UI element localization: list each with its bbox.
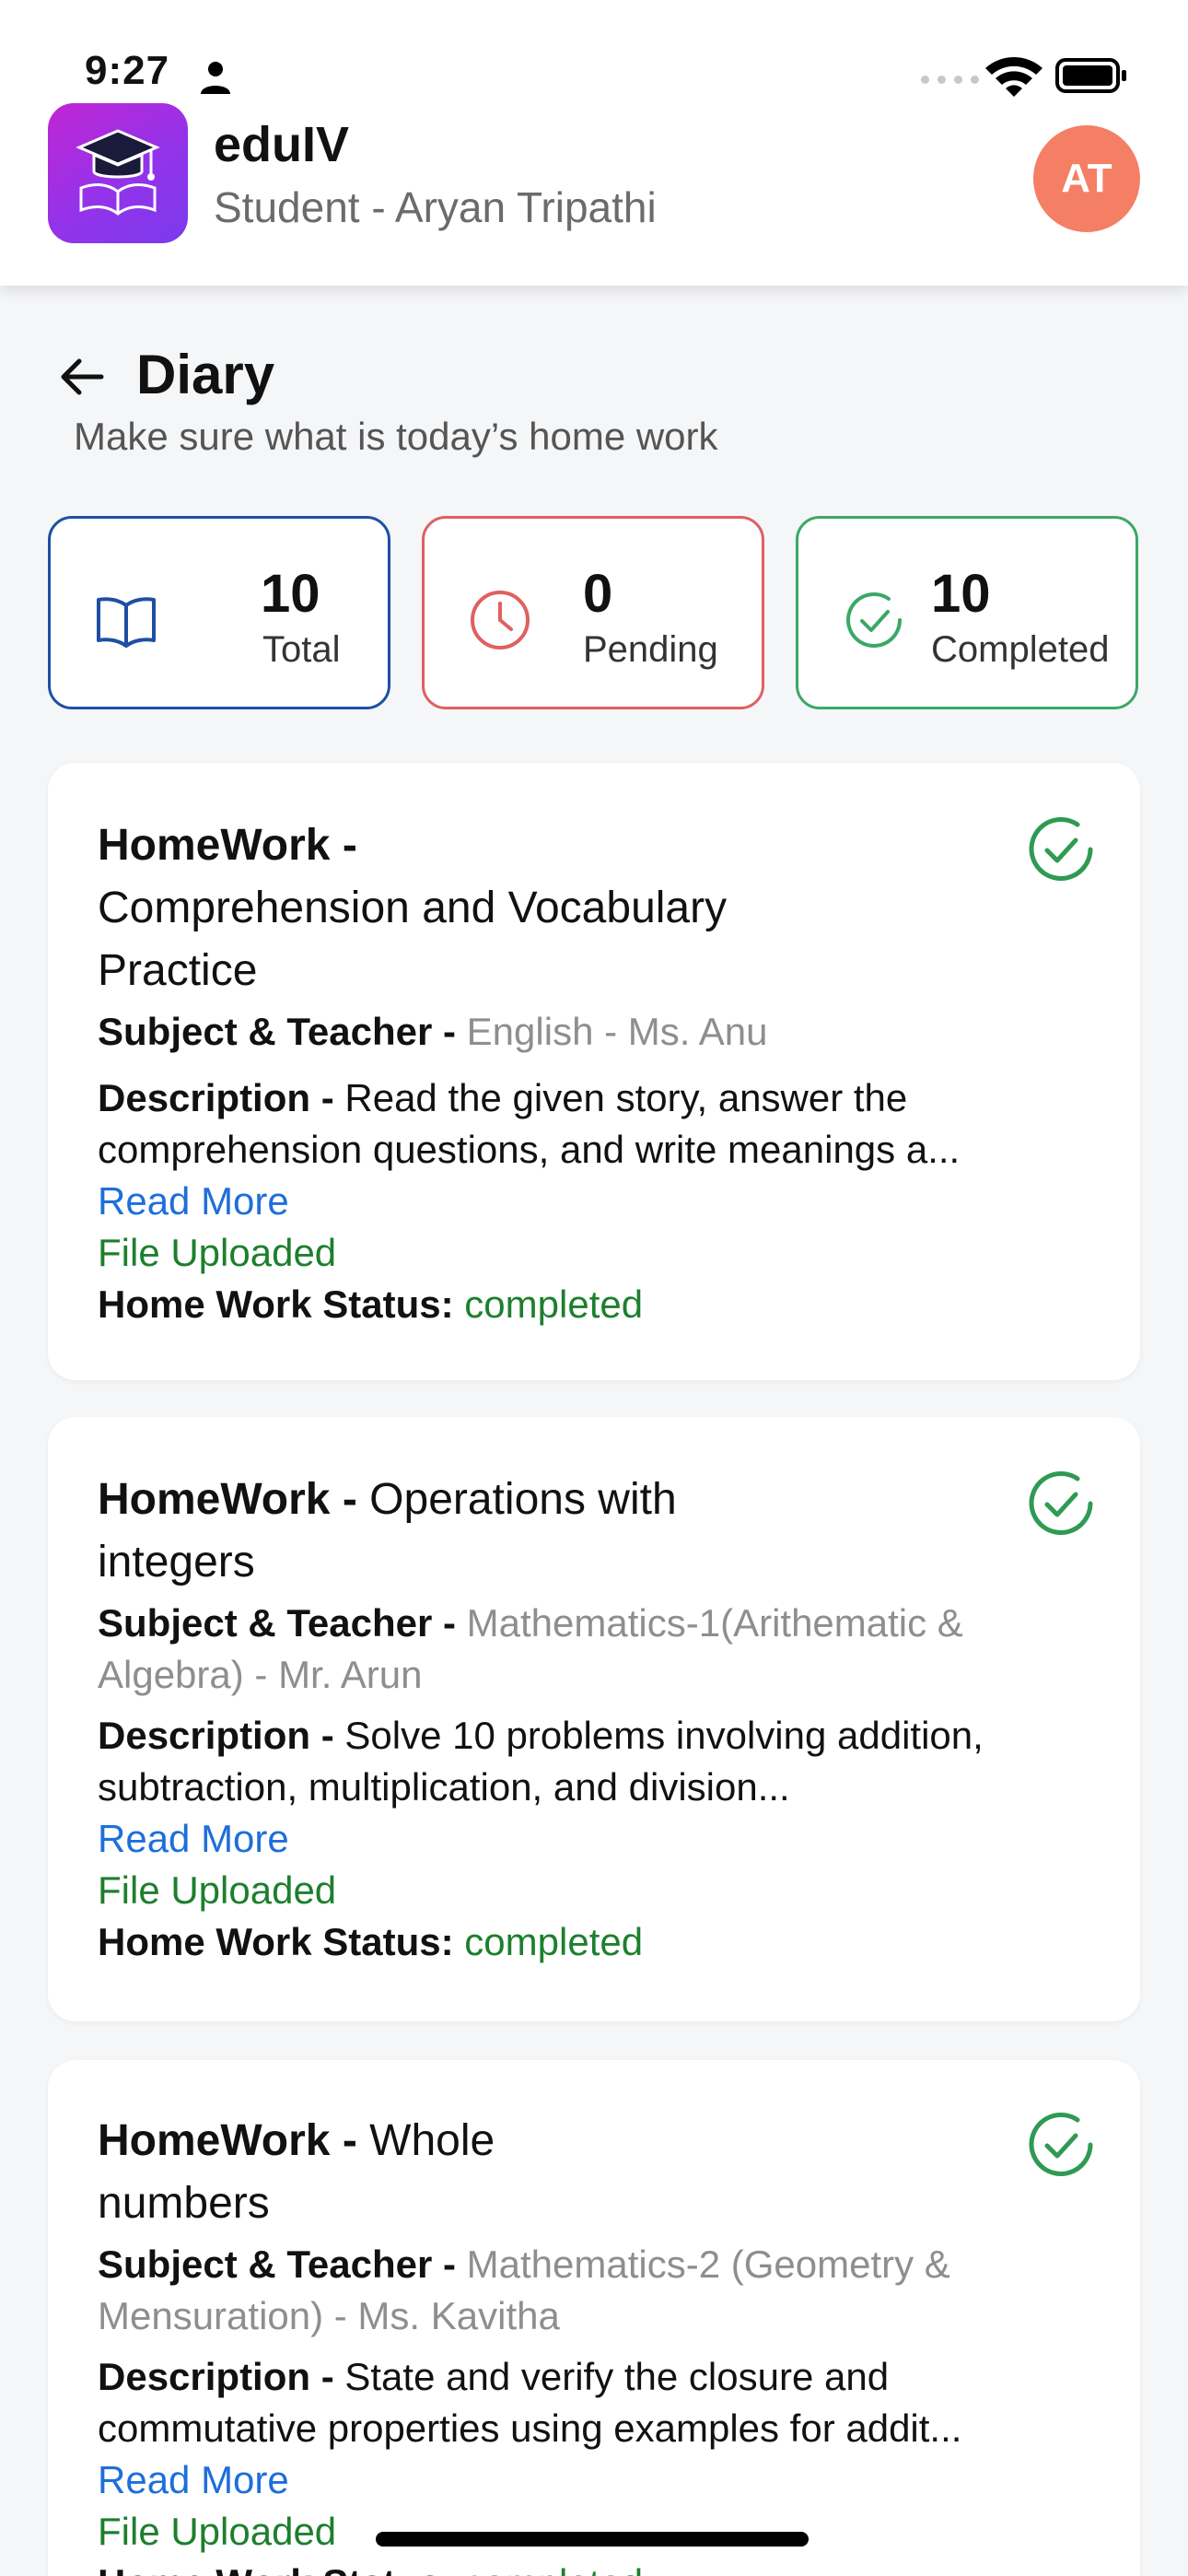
person-icon [201,62,230,94]
page-title: Diary [136,344,275,405]
app-header: 9:27 eduIV Student - Aryan Tripathi AT [0,0,1188,286]
stat-pending-value: 0 [583,564,613,624]
avatar[interactable]: AT [1033,125,1140,232]
stat-completed-value: 10 [931,564,991,624]
status-label: Home Work Status: [98,2561,454,2576]
status-value: completed [464,1282,644,1326]
user-role-name: Student - Aryan Tripathi [214,183,657,231]
status-time: 9:27 [85,48,170,93]
stat-total-label: Total [262,629,341,670]
homework-status: Home Work Status: completed [98,1920,643,1964]
stat-completed-label: Completed [931,629,1110,670]
file-uploaded-status: File Uploaded [98,2510,337,2553]
stat-card-pending[interactable]: 0 Pending [422,516,764,709]
file-uploaded-status: File Uploaded [98,1868,337,1912]
back-arrow-icon[interactable] [55,350,109,404]
status-label: Home Work Status: [98,1282,454,1326]
book-icon [97,597,156,648]
homework-title-text: Comprehension and Vocabulary Practice [98,884,728,995]
read-more-link[interactable]: Read More [98,1817,289,1861]
subject-label: Subject & Teacher - [98,2242,456,2286]
description-label: Description - [98,1076,334,1119]
clock-icon [471,591,530,650]
homework-status: Home Work Status: completed [98,2561,643,2576]
status-label: Home Work Status: [98,1920,454,1963]
app-name: eduIV [214,117,350,172]
homework-title: HomeWork - Whole numbers [98,2110,650,2235]
description-label: Description - [98,2355,334,2398]
homework-card[interactable]: HomeWork - Whole numbers Subject & Teach… [48,2060,1140,2576]
page-subtitle: Make sure what is today’s home work [74,415,718,458]
app-logo [48,103,188,243]
homework-description: Description - State and verify the closu… [98,2351,1111,2454]
file-uploaded-status: File Uploaded [98,1231,337,1274]
homework-status: Home Work Status: completed [98,1282,643,1327]
subject-label: Subject & Teacher - [98,1601,456,1645]
graduation-cap-book-icon [76,129,160,216]
wifi-icon [985,56,1042,97]
homework-subject: Subject & Teacher - Mathematics-1(Arithe… [98,1598,1111,1701]
stat-pending-label: Pending [583,629,718,670]
homework-prefix: HomeWork - [98,821,357,870]
status-value: completed [464,1920,644,1963]
stat-card-completed[interactable]: 10 Completed [796,516,1138,709]
read-more-link[interactable]: Read More [98,2458,289,2502]
homework-prefix: HomeWork - [98,1475,357,1524]
status-value: completed [464,2561,643,2576]
homework-description: Description - Read the given story, answ… [98,1072,1111,1176]
homework-description: Description - Solve 10 problems involvin… [98,1710,1111,1813]
cellular-signal-icon [921,76,979,84]
diary-screen: 9:27 eduIV Student - Aryan Tripathi AT D… [0,0,1188,2576]
homework-subject: Subject & Teacher - Mathematics-2 (Geome… [98,2239,1111,2342]
completed-check-icon [1029,2112,1093,2176]
homework-card[interactable]: HomeWork - Comprehension and Vocabulary … [48,763,1140,1380]
homework-prefix: HomeWork - [98,2116,357,2165]
description-label: Description - [98,1714,334,1757]
completed-check-icon [1029,1470,1093,1535]
homework-title: HomeWork - Operations with integers [98,1469,761,1594]
homework-subject: Subject & Teacher - English - Ms. Anu [98,1006,1111,1058]
read-more-link[interactable]: Read More [98,1179,289,1224]
completed-check-icon [1029,816,1093,881]
battery-icon [1055,58,1126,93]
stat-card-total[interactable]: 10 Total [48,516,390,709]
homework-card[interactable]: HomeWork - Operations with integers Subj… [48,1417,1140,2021]
homework-title: HomeWork - Comprehension and Vocabulary … [98,814,742,1002]
home-indicator[interactable] [376,2532,809,2547]
subject-label: Subject & Teacher - [98,1010,456,1053]
subject-value: English - Ms. Anu [466,1010,768,1053]
check-circle-icon [846,591,902,648]
stat-total-value: 10 [261,564,320,624]
